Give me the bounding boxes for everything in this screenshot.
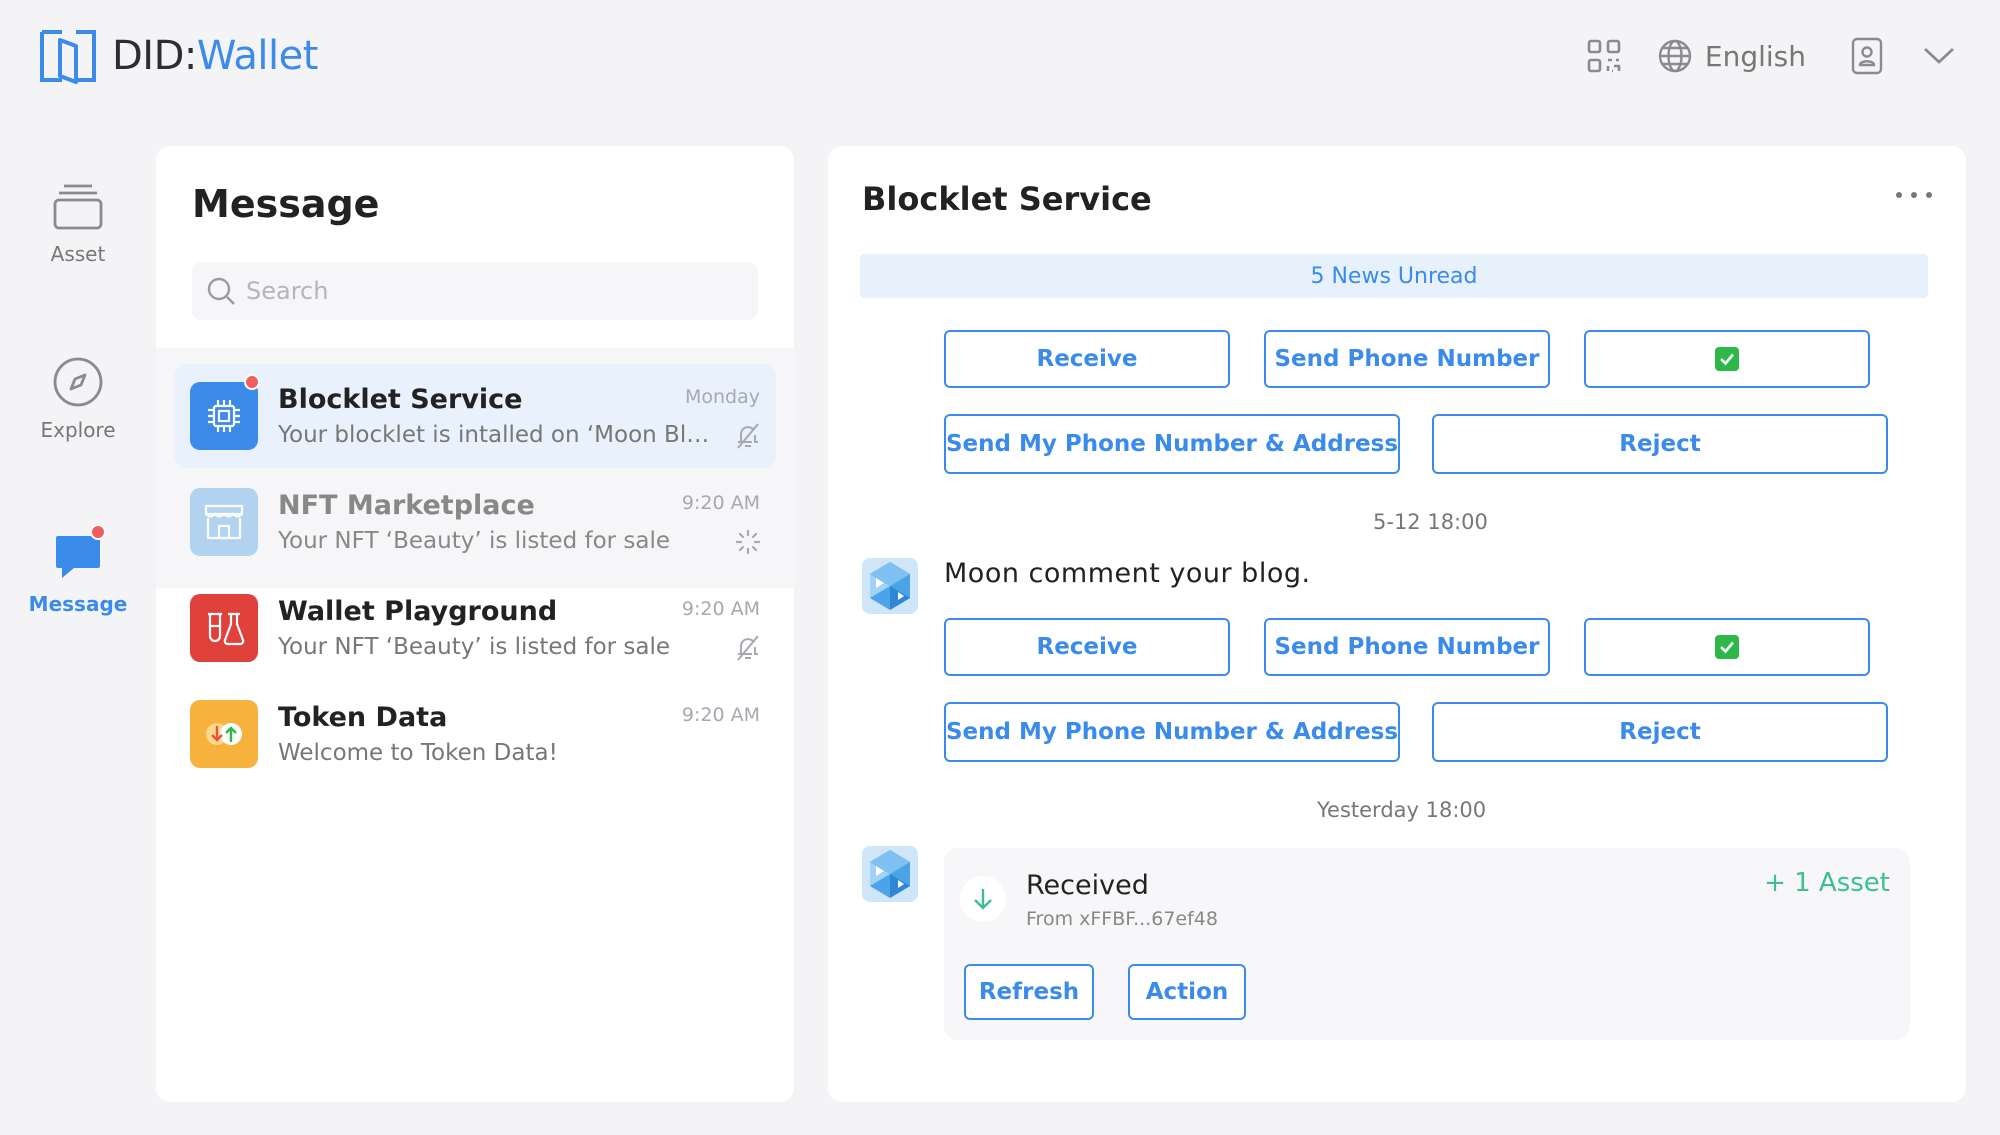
- arrow-down-icon: [960, 876, 1006, 922]
- reject-button[interactable]: Reject: [1432, 414, 1888, 474]
- conversation-unread-dot: [244, 374, 260, 390]
- nav-message-label: Message: [28, 592, 128, 616]
- brand-wallet: Wallet: [196, 33, 319, 79]
- conversation-name: NFT Marketplace: [278, 490, 535, 521]
- action-button[interactable]: Action: [1128, 964, 1246, 1020]
- received-card: Received From xFFBF...67ef48 + 1 Asset R…: [944, 848, 1910, 1040]
- did-logo-icon: [40, 30, 96, 84]
- conversation-nft-marketplace[interactable]: NFT Marketplace Your NFT ‘Beauty’ is lis…: [174, 470, 776, 574]
- send-address-button[interactable]: Send My Phone Number & Address: [944, 414, 1400, 474]
- more-options-icon[interactable]: [1894, 190, 1934, 200]
- conversation-wallet-playground[interactable]: Wallet Playground Your NFT ‘Beauty’ is l…: [174, 576, 776, 680]
- chip-icon: [190, 382, 258, 450]
- refresh-button[interactable]: Refresh: [964, 964, 1094, 1020]
- received-amount: + 1 Asset: [1764, 868, 1890, 898]
- lab-icon: [190, 594, 258, 662]
- search-icon: [207, 277, 235, 305]
- message-timestamp: 5-12 18:00: [1373, 510, 1488, 534]
- conversation-time: 9:20 AM: [681, 492, 760, 514]
- reject-button[interactable]: Reject: [1432, 702, 1888, 762]
- conversation-name: Blocklet Service: [278, 384, 523, 415]
- store-icon: [190, 488, 258, 556]
- globe-icon: [1658, 39, 1692, 73]
- token-swap-icon: [190, 700, 258, 768]
- message-list-title: Message: [192, 182, 380, 226]
- message-list-panel: Message Blocklet Service Your blocklet i…: [156, 146, 794, 1102]
- conversation-preview: Your blocklet is intalled on ‘Moon Block…: [278, 422, 716, 448]
- qr-code-icon[interactable]: [1583, 35, 1625, 77]
- top-bar: DID:Wallet English: [0, 0, 2000, 120]
- conversation-time: Monday: [684, 386, 760, 408]
- check-icon: [1715, 347, 1739, 371]
- nav-message[interactable]: Message: [0, 524, 156, 616]
- chevron-down-icon[interactable]: [1918, 35, 1960, 77]
- chat-panel: Blocklet Service 5 News Unread Receive S…: [828, 146, 1966, 1102]
- confirm-button[interactable]: [1584, 330, 1870, 388]
- conversation-time: 9:20 AM: [681, 598, 760, 620]
- nav-message-unread-dot: [90, 524, 106, 540]
- loading-icon: [735, 529, 761, 555]
- nav-explore[interactable]: Explore: [0, 356, 156, 442]
- conversation-time: 9:20 AM: [681, 704, 760, 726]
- brand-name: DID:Wallet: [112, 33, 318, 79]
- compass-icon: [53, 357, 103, 407]
- conversation-name: Wallet Playground: [278, 596, 558, 627]
- brand-did: DID: [112, 33, 184, 79]
- confirm-button[interactable]: [1584, 618, 1870, 676]
- nav-message-icon-wrap: [52, 524, 106, 582]
- received-title: Received: [1026, 870, 1149, 901]
- message-text: Moon comment your blog.: [944, 558, 1311, 589]
- search-box[interactable]: [192, 262, 758, 320]
- blocklet-avatar-icon: [862, 558, 918, 614]
- send-phone-button[interactable]: Send Phone Number: [1264, 618, 1550, 676]
- received-from: From xFFBF...67ef48: [1026, 908, 1218, 930]
- unread-banner[interactable]: 5 News Unread: [860, 254, 1928, 298]
- conversation-blocklet-service[interactable]: Blocklet Service Your blocklet is intall…: [174, 364, 776, 468]
- receive-button[interactable]: Receive: [944, 618, 1230, 676]
- chat-title: Blocklet Service: [862, 180, 1152, 218]
- blocklet-avatar-icon: [862, 846, 918, 902]
- bell-off-icon: [737, 635, 759, 661]
- send-address-button[interactable]: Send My Phone Number & Address: [944, 702, 1400, 762]
- language-label: English: [1704, 39, 1806, 73]
- contact-icon[interactable]: [1846, 35, 1888, 77]
- nav-explore-label: Explore: [40, 418, 116, 442]
- conversation-preview: Welcome to Token Data!: [278, 740, 558, 766]
- did-wallet-logo[interactable]: DID:Wallet: [38, 26, 318, 86]
- conversation-preview: Your NFT ‘Beauty’ is listed for sale: [278, 634, 671, 660]
- search-input[interactable]: [246, 277, 726, 305]
- bell-off-icon: [737, 423, 759, 449]
- receive-button[interactable]: Receive: [944, 330, 1230, 388]
- conversation-name: Token Data: [278, 702, 448, 733]
- check-icon: [1715, 635, 1739, 659]
- stack-icon: [53, 184, 103, 230]
- brand-colon: :: [183, 33, 197, 79]
- conversation-preview: Your NFT ‘Beauty’ is listed for sale: [278, 528, 671, 554]
- nav-asset-label: Asset: [50, 242, 106, 266]
- message-timestamp: Yesterday 18:00: [1317, 798, 1487, 822]
- nav-asset[interactable]: Asset: [0, 182, 156, 266]
- send-phone-button[interactable]: Send Phone Number: [1264, 330, 1550, 388]
- header-actions: English: [1583, 32, 1960, 80]
- language-selector[interactable]: English: [1657, 38, 1806, 74]
- conversation-token-data[interactable]: Token Data Welcome to Token Data! 9:20 A…: [174, 682, 776, 786]
